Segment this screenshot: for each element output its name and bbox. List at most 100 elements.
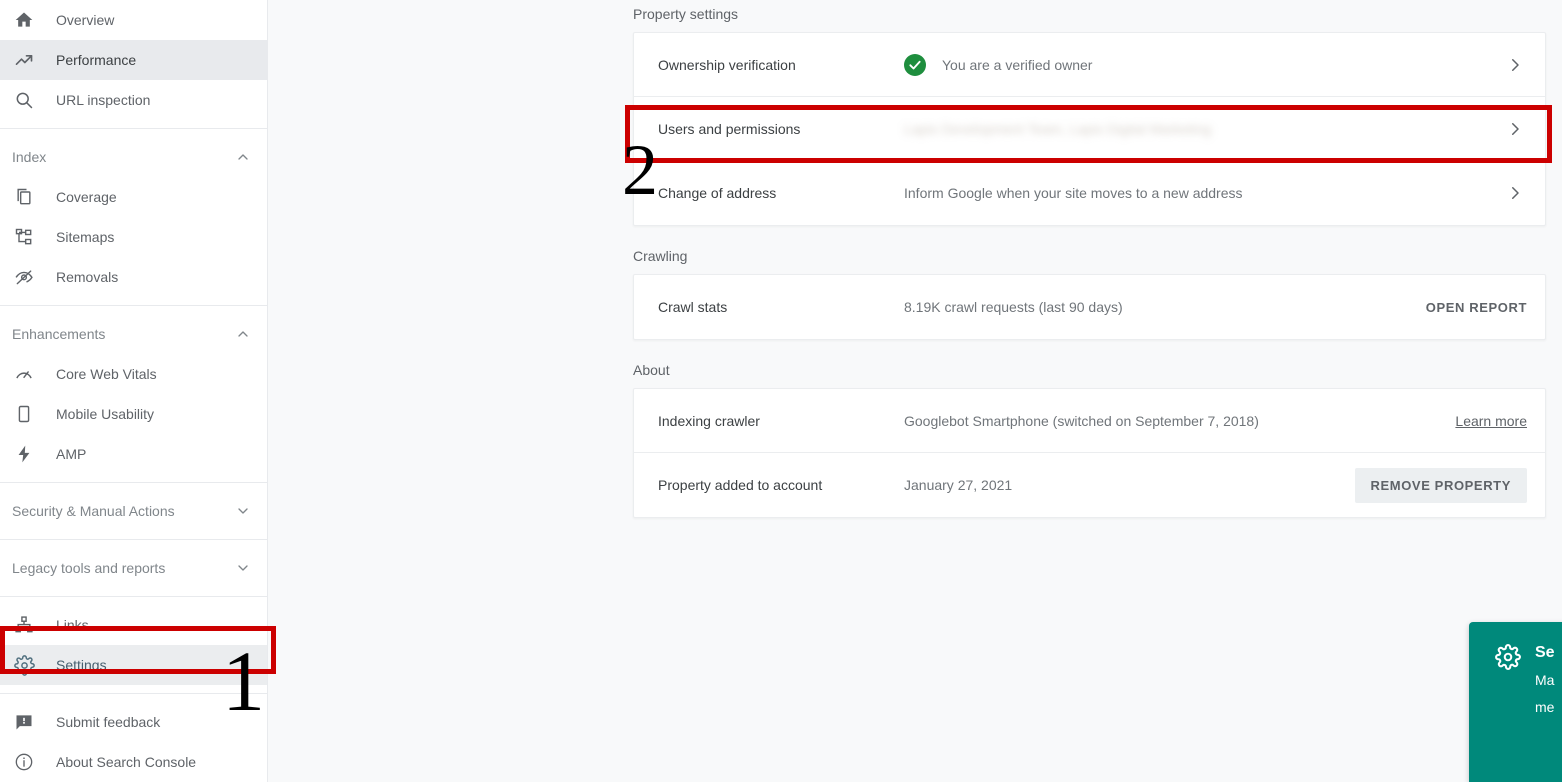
green-check-circle-icon — [904, 53, 926, 76]
sidebar-item-label: Settings — [56, 657, 107, 673]
feedback-promo-title: Se — [1535, 644, 1555, 661]
row-value: Inform Google when your site moves to a … — [904, 185, 1503, 201]
sidebar-divider — [0, 539, 267, 540]
sidebar-item-label: URL inspection — [56, 92, 151, 108]
sidebar-group-security-manual-actions[interactable]: Security & Manual Actions — [0, 491, 267, 531]
sidebar-group-label: Enhancements — [12, 326, 106, 342]
gear-icon — [1495, 644, 1521, 782]
search-console-settings-screen: Overview Performance URL inspection Inde… — [0, 0, 1562, 782]
sidebar-item-label: About Search Console — [56, 754, 197, 770]
sidebar-item-about-search-console[interactable]: About Search Console — [0, 742, 267, 782]
coverage-documents-icon — [12, 185, 36, 209]
row-trailing-action: OPEN REPORT — [1426, 300, 1527, 315]
sidebar-item-url-inspection[interactable]: URL inspection — [0, 80, 267, 120]
sidebar-item-overview[interactable]: Overview — [0, 0, 267, 40]
row-indexing-crawler: Indexing crawler Googlebot Smartphone (s… — [634, 389, 1545, 453]
row-value-text: Inform Google when your site moves to a … — [904, 185, 1243, 201]
links-hierarchy-icon — [12, 613, 36, 637]
property-settings-card: Ownership verification You are a verifie… — [633, 32, 1546, 226]
row-value: You are a verified owner — [904, 53, 1503, 76]
row-trailing-action: Learn more — [1455, 413, 1527, 429]
section-title-about: About — [633, 362, 670, 378]
sidebar-item-label: Removals — [56, 269, 119, 285]
mobile-phone-icon — [12, 402, 36, 426]
sidebar-group-legacy-tools[interactable]: Legacy tools and reports — [0, 548, 267, 588]
row-label: Ownership verification — [658, 56, 796, 73]
about-card: Indexing crawler Googlebot Smartphone (s… — [633, 388, 1546, 518]
row-ownership-verification[interactable]: Ownership verification You are a verifie… — [634, 33, 1545, 97]
chevron-up-icon — [233, 324, 253, 344]
home-icon — [12, 8, 36, 32]
sidebar-item-label: Submit feedback — [56, 714, 161, 730]
sidebar-item-mobile-usability[interactable]: Mobile Usability — [0, 394, 267, 434]
open-report-button[interactable]: OPEN REPORT — [1426, 300, 1527, 315]
sidebar-divider — [0, 693, 267, 694]
search-icon — [12, 88, 36, 112]
sidebar-group-label: Legacy tools and reports — [12, 560, 166, 576]
feedback-icon — [12, 710, 36, 734]
row-label: Property added to account — [658, 477, 823, 493]
sidebar-item-coverage[interactable]: Coverage — [0, 177, 267, 217]
feedback-promo-text: Se Ma me — [1535, 642, 1562, 782]
sidebar-navigation: Overview Performance URL inspection Inde… — [0, 0, 268, 782]
row-property-added-to-account: Property added to account January 27, 20… — [634, 453, 1545, 517]
row-crawl-stats[interactable]: Crawl stats 8.19K crawl requests (last 9… — [634, 275, 1545, 339]
row-value: January 27, 2021 — [904, 477, 1355, 493]
sidebar-item-submit-feedback[interactable]: Submit feedback — [0, 702, 267, 742]
sidebar-item-removals[interactable]: Removals — [0, 257, 267, 297]
row-value-text: Googlebot Smartphone (switched on Septem… — [904, 412, 1259, 429]
speedometer-icon — [12, 362, 36, 386]
row-change-of-address[interactable]: Change of address Inform Google when you… — [634, 161, 1545, 225]
row-value-text: 8.19K crawl requests (last 90 days) — [904, 299, 1123, 315]
trending-up-icon — [12, 48, 36, 72]
sidebar-item-label: Core Web Vitals — [56, 366, 157, 382]
section-title-property-settings: Property settings — [633, 6, 739, 22]
crawling-card: Crawl stats 8.19K crawl requests (last 9… — [633, 274, 1546, 340]
sidebar-item-label: Overview — [56, 12, 115, 28]
row-value-text: January 27, 2021 — [904, 477, 1013, 493]
sidebar-item-performance[interactable]: Performance — [0, 40, 267, 80]
row-label: Crawl stats — [658, 299, 728, 315]
row-label: Users and permissions — [658, 120, 801, 137]
sidebar-item-label: Links — [56, 617, 89, 633]
chevron-right-icon[interactable] — [1503, 120, 1527, 138]
sitemap-hierarchy-icon — [12, 225, 36, 249]
main-content: Property settings Ownership verification… — [268, 0, 1562, 782]
chevron-right-icon[interactable] — [1503, 184, 1527, 202]
sidebar-group-index[interactable]: Index — [0, 137, 267, 177]
sidebar-item-links[interactable]: Links — [0, 605, 267, 645]
gear-icon — [12, 653, 36, 677]
sidebar-group-label: Index — [12, 149, 47, 165]
row-label: Indexing crawler — [658, 412, 760, 429]
sidebar-divider — [0, 305, 267, 306]
feedback-promo-body-line2: me — [1535, 699, 1555, 715]
chevron-right-icon[interactable] — [1503, 56, 1527, 74]
lightning-bolt-icon — [12, 442, 36, 466]
row-value-text: You are a verified owner — [942, 56, 1093, 73]
row-value: Googlebot Smartphone (switched on Septem… — [904, 413, 1455, 429]
row-value-text-redacted: Lapis Development Team, Lapis Digital Ma… — [904, 120, 1212, 137]
remove-property-button[interactable]: REMOVE PROPERTY — [1354, 467, 1527, 503]
sidebar-divider — [0, 128, 267, 129]
row-users-and-permissions[interactable]: Users and permissions Lapis Development … — [634, 97, 1545, 161]
sidebar-group-enhancements[interactable]: Enhancements — [0, 314, 267, 354]
sidebar-item-settings[interactable]: Settings — [0, 645, 267, 685]
sidebar-item-label: Performance — [56, 52, 137, 68]
feedback-promo-widget[interactable]: Se Ma me — [1469, 622, 1562, 782]
row-value: Lapis Development Team, Lapis Digital Ma… — [904, 121, 1503, 137]
info-circle-icon — [12, 750, 36, 774]
row-trailing-action: REMOVE PROPERTY — [1354, 467, 1527, 503]
settings-content-column: Property settings Ownership verification… — [633, 0, 1546, 518]
sidebar-item-label: AMP — [56, 446, 87, 462]
sidebar-item-label: Mobile Usability — [56, 406, 155, 422]
chevron-up-icon — [233, 147, 253, 167]
row-value: 8.19K crawl requests (last 90 days) — [904, 299, 1426, 315]
sidebar-item-amp[interactable]: AMP — [0, 434, 267, 474]
learn-more-link[interactable]: Learn more — [1455, 413, 1527, 429]
sidebar-item-label: Sitemaps — [56, 229, 115, 245]
chevron-down-icon — [233, 558, 253, 578]
sidebar-item-sitemaps[interactable]: Sitemaps — [0, 217, 267, 257]
sidebar-divider — [0, 596, 267, 597]
sidebar-item-core-web-vitals[interactable]: Core Web Vitals — [0, 354, 267, 394]
sidebar-group-label: Security & Manual Actions — [12, 503, 175, 519]
